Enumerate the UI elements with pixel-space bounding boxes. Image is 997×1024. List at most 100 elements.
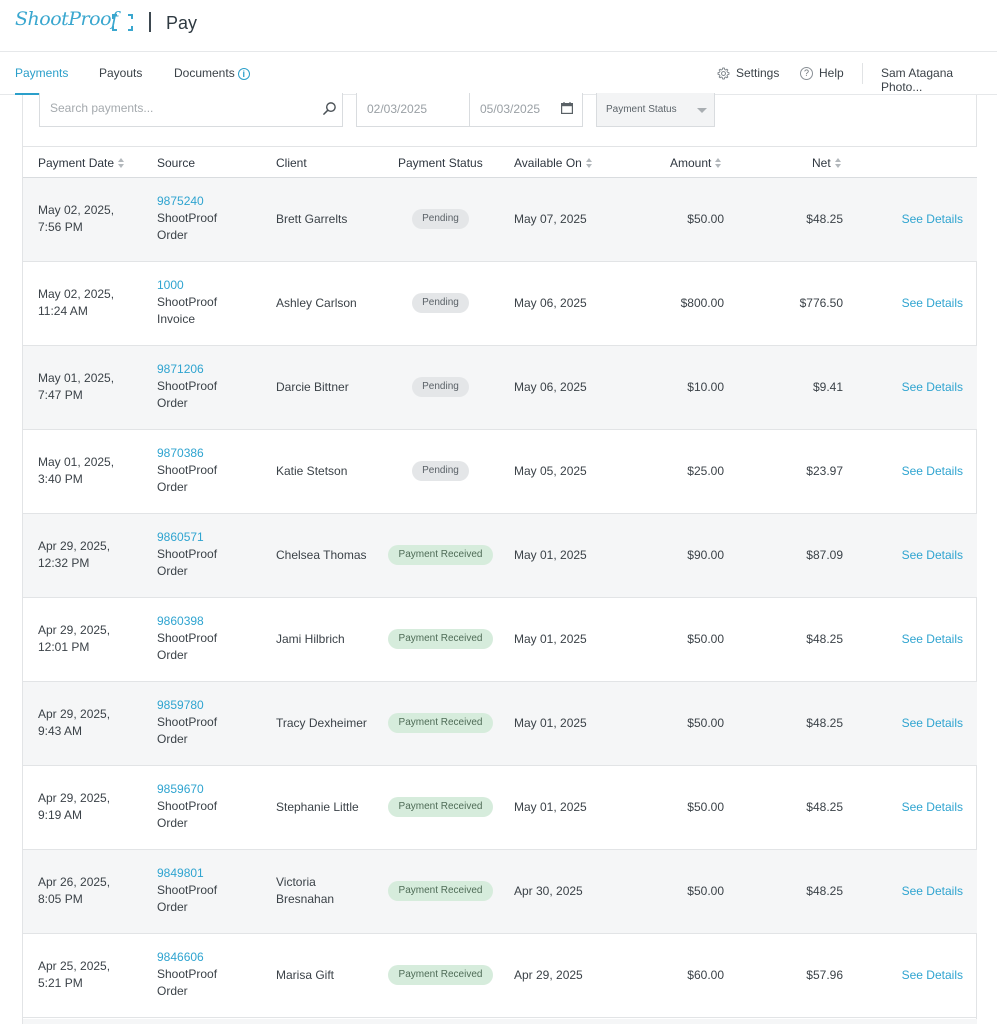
status-badge: Payment Received [388,713,493,733]
source-id-link[interactable]: 9860571 [157,529,267,546]
client-cell: Darcie Bittner [276,379,386,396]
product-name: Pay [166,13,198,33]
tab-payouts[interactable]: Payouts [99,66,142,80]
available-on-cell: May 01, 2025 [514,632,587,646]
tab-documents[interactable]: Documents i [174,66,250,80]
source-cell: 9860398 ShootProof Order [157,613,267,664]
client-name: Marisa Gift [276,968,335,982]
see-details-link[interactable]: See Details [891,379,963,396]
sort-icon [834,158,842,168]
source-id-link[interactable]: 9860398 [157,613,267,630]
payment-time: 12:01 PM [38,640,90,654]
client-name: Ashley Carlson [276,296,357,310]
sort-icon [715,158,722,168]
payment-status-select-label: Payment Status [606,104,677,115]
col-amount[interactable]: Amount [670,156,722,170]
source-cell: 9846606 ShootProof Order [157,949,267,1000]
start-date-input[interactable] [367,102,447,116]
search-icon[interactable] [322,101,337,116]
available-on-cell: May 01, 2025 [514,548,587,562]
table-row: May 02, 2025, 11:24 AM 1000 ShootProof Invoi… [23,262,977,346]
source-id-link[interactable]: 9859780 [157,697,267,714]
source-id-link[interactable]: 9871206 [157,361,267,378]
see-details-link[interactable]: See Details [891,967,963,984]
col-client: Client [276,156,307,170]
amount-cell: $50.00 [687,716,724,730]
client-cell: Victoria Bresnahan [276,874,386,908]
col-available-on[interactable]: Available On [514,156,593,170]
amount-cell: $50.00 [687,800,724,814]
source-type: Order [157,648,188,662]
payment-date: Apr 26, 2025, [38,875,111,889]
source-id-link[interactable]: 1000 [157,277,267,294]
table-header: Payment Date Source Client Payment Statu… [23,146,977,178]
source-platform: ShootProof [157,967,218,981]
col-payment-status: Payment Status [398,156,483,170]
col-net[interactable]: Net [812,156,842,170]
see-details-link[interactable]: See Details [891,883,963,900]
payment-date: May 01, 2025, [38,371,115,385]
settings-link[interactable]: Settings [736,66,779,80]
source-id-link[interactable]: 9846606 [157,949,267,966]
source-id-link[interactable]: 9859670 [157,781,267,798]
table-row: Apr 29, 2025, 12:32 PM 9860571 ShootProof Or… [23,514,977,598]
client-name: Brett Garrelts [276,212,348,226]
client-cell: Stephanie Little [276,799,386,816]
payment-date: Apr 29, 2025, [38,707,111,721]
see-details-link[interactable]: See Details [891,547,963,564]
source-platform: ShootProof [157,463,218,477]
source-cell: 9859780 ShootProof Order [157,697,267,748]
see-details-link[interactable]: See Details [891,715,963,732]
payment-date-cell: May 02, 2025, 7:56 PM [38,202,148,236]
amount-cell: $25.00 [687,464,724,478]
available-on-cell: May 07, 2025 [514,212,587,226]
available-on-cell: Apr 30, 2025 [514,884,583,898]
status-badge: Payment Received [388,545,493,565]
payment-date: Apr 29, 2025, [38,539,111,553]
amount-cell: $50.00 [687,884,724,898]
see-details-link[interactable]: See Details [891,211,963,228]
client-cell: Jami Hilbrich [276,631,386,648]
search-input[interactable] [50,101,310,115]
search-box [39,93,343,127]
table-row: Apr 26, 2025, 8:05 PM 9849801 ShootProof Ord… [23,850,977,934]
payment-time: 11:24 AM [38,304,88,318]
available-on-cell: Apr 29, 2025 [514,968,583,982]
source-cell: 9871206 ShootProof Order [157,361,267,412]
source-type: Order [157,984,188,998]
payment-time: 7:47 PM [38,388,83,402]
see-details-link[interactable]: See Details [891,799,963,816]
info-icon[interactable]: i [237,68,250,80]
see-details-link[interactable]: See Details [891,295,963,312]
status-badge: Payment Received [388,629,493,649]
account-menu[interactable]: Sam Atagana Photo... [881,66,997,94]
net-cell: $23.97 [806,464,843,478]
payment-time: 3:40 PM [38,472,83,486]
payment-status-select[interactable]: Payment Status [596,93,715,127]
net-cell: $48.25 [806,800,843,814]
col-payment-date[interactable]: Payment Date [38,156,125,170]
net-cell: $48.25 [806,716,843,730]
logo-brackets-icon [112,14,133,31]
help-link[interactable]: Help [819,66,844,80]
tab-payments[interactable]: Payments [15,66,69,95]
net-cell: $48.25 [806,632,843,646]
source-type: Order [157,228,188,242]
payment-date-cell: May 02, 2025, 11:24 AM [38,286,148,320]
end-date-input[interactable] [480,102,560,116]
see-details-link[interactable]: See Details [891,463,963,480]
source-cell: 9870386 ShootProof Order [157,445,267,496]
see-details-link[interactable]: See Details [891,631,963,648]
shootproof-logo[interactable]: ShootProof [15,8,118,30]
available-on-cell: May 05, 2025 [514,464,587,478]
source-id-link[interactable]: 9870386 [157,445,267,462]
sort-icon [118,158,125,168]
table-row: May 02, 2025, 7:56 PM 9875240 ShootProof Ord… [23,178,977,262]
table-row: May 01, 2025, 3:40 PM 9870386 ShootProof Ord… [23,430,977,514]
source-id-link[interactable]: 9875240 [157,193,267,210]
source-type: Order [157,396,188,410]
calendar-icon[interactable] [561,102,573,114]
source-id-link[interactable]: 9849801 [157,865,267,882]
payment-date-cell: May 01, 2025, 3:40 PM [38,454,148,488]
available-on-cell: May 01, 2025 [514,800,587,814]
